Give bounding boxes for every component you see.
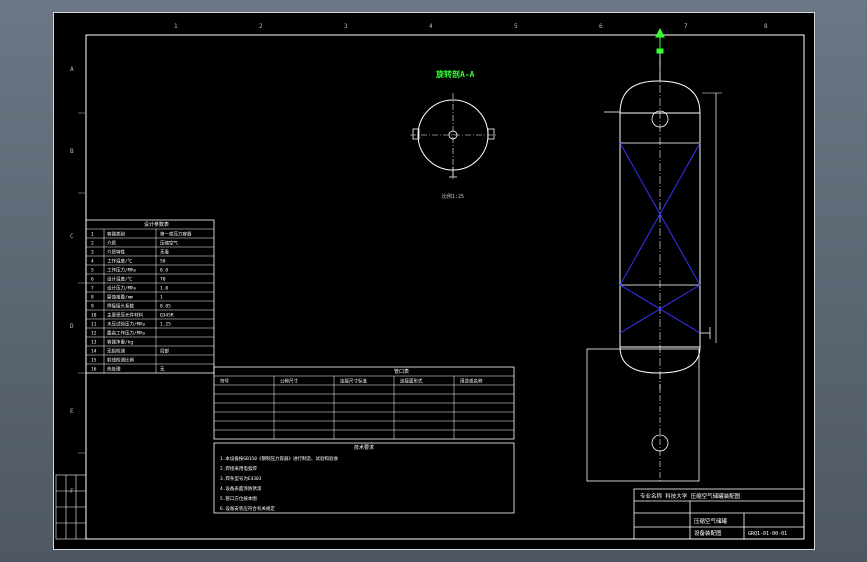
title-organization: 专业名称 科技大学 压缩空气储罐装配图 <box>640 492 741 500</box>
design-table-cell: 介质 <box>107 240 116 247</box>
axis-number: 7 <box>684 23 688 30</box>
tech-req-line: 1.本设备按GB150《钢制压力容器》进行制造、试验和验收 <box>220 455 338 462</box>
design-table-cell: 局部 <box>160 348 169 355</box>
axis-letter: C <box>70 233 74 240</box>
design-table-cell: 容器净重/kg <box>107 339 133 346</box>
design-table-cell: 11 <box>91 322 97 328</box>
axis-letter: E <box>70 408 74 415</box>
title-drawing-no: GRQ1-01-00-01 <box>748 531 787 537</box>
design-table-cell: 最高工作压力/MPa <box>107 330 145 337</box>
design-table-cell: 7 <box>91 286 94 292</box>
tech-req-line: 5.管口方位按本图 <box>220 495 257 502</box>
tech-req-line: 4.设备表面涂防锈漆 <box>220 485 262 492</box>
nozzle-header-cell: 公称尺寸 <box>280 378 298 385</box>
axis-number: 6 <box>599 23 603 30</box>
axis-letter: A <box>70 66 74 73</box>
drawing-sheet: A B C D E F 1 2 3 4 5 6 7 8 旋转剖A-A 比例1:2… <box>53 12 815 550</box>
design-table-cell: 设计压力/MPa <box>107 285 136 292</box>
nozzle-header-cell: 符号 <box>220 378 229 385</box>
axis-letter: F <box>70 488 74 495</box>
design-table-cell: 1.25 <box>160 322 171 328</box>
tech-req-line: 3.焊条型号为E4303 <box>220 475 262 482</box>
design-table-cell: 13 <box>91 340 97 346</box>
section-label: 旋转剖A-A <box>435 69 475 79</box>
design-table-cell: 射线检测比例 <box>107 357 134 364</box>
design-table-cell: 1 <box>160 295 163 301</box>
design-table-cell: 70 <box>160 277 166 283</box>
design-table-cell: 无毒 <box>160 249 169 256</box>
axis-numbers: 1 2 3 4 5 6 7 8 <box>174 23 768 30</box>
design-table-cell: 50 <box>160 259 166 265</box>
design-table-cell: 15 <box>91 358 97 364</box>
vessel-elevation <box>586 33 722 483</box>
design-table-cell: 14 <box>91 349 97 355</box>
nozzle-header-cell: 用途或名称 <box>460 378 483 385</box>
design-table-cell: 工作压力/MPa <box>107 267 136 274</box>
scale-note: 比例1:25 <box>442 193 464 200</box>
design-table-cell: 1.0 <box>160 286 168 292</box>
tech-req-title: 技术要求 <box>354 444 374 451</box>
design-table-cell: Q345R <box>160 313 174 319</box>
design-table-cell: 1 <box>91 232 94 238</box>
axis-letter: B <box>70 148 74 155</box>
title-sub-name: 设备装配图 <box>694 529 722 537</box>
design-table-cell: 容器类别 <box>107 231 125 238</box>
top-arrow <box>655 27 665 54</box>
axis-letter: D <box>70 323 74 330</box>
nozzle-table-title: 管口表 <box>394 368 409 375</box>
design-table-cell: 2 <box>91 241 94 247</box>
design-table-cell: 无 <box>160 367 165 373</box>
axis-number: 2 <box>259 23 263 30</box>
title-drawing-name: 压缩空气储罐 <box>694 517 728 525</box>
design-table-cell: 8 <box>91 295 94 301</box>
design-table-cell: 介质特性 <box>107 249 125 256</box>
tech-req-line: 6.设备安装应符合有关规定 <box>220 505 275 512</box>
design-table-cell: 4 <box>91 259 94 265</box>
design-table-cell: 焊接接头系数 <box>107 303 134 310</box>
design-table-cell: 压缩空气 <box>160 240 178 247</box>
design-table-cell: 12 <box>91 331 97 337</box>
design-parameter-table: 设计参数表 1 容器类别 第一类压力容器 2 介质 压缩空气 3 介质特性 无毒 4 工作温度/℃ 5… <box>85 219 215 374</box>
design-table-cell: 10 <box>91 313 97 319</box>
design-table-title: 设计参数表 <box>144 221 169 228</box>
design-table-cell: 主要受压元件材料 <box>107 312 143 319</box>
design-table-cell: 热处理 <box>107 366 121 373</box>
design-table-cell: 水压试验压力/MPa <box>107 321 145 328</box>
axis-number: 1 <box>174 23 178 30</box>
axis-number: 4 <box>429 23 433 30</box>
design-table-cell: 5 <box>91 268 94 274</box>
design-table-cell: 9 <box>91 304 94 310</box>
design-table-cell: 3 <box>91 250 94 256</box>
design-table-cell: 0.8 <box>160 268 168 274</box>
design-table-frame <box>85 219 215 374</box>
design-table-cell: 工作温度/℃ <box>107 258 133 265</box>
design-table-cell: 第一类压力容器 <box>160 231 192 238</box>
tech-req-line: 2.焊接采用电弧焊 <box>220 465 257 472</box>
design-table-cell: 16 <box>91 367 97 373</box>
cad-drawing: A B C D E F 1 2 3 4 5 6 7 8 旋转剖A-A 比例1:2… <box>55 23 805 540</box>
nozzle-table: 管口表 符号 公称尺寸 连接尺寸标准 连接面形式 用途或名称 <box>213 366 515 440</box>
design-table-cell: 6 <box>91 277 94 283</box>
nozzle-header-cell: 连接尺寸标准 <box>340 378 367 385</box>
axis-number: 3 <box>344 23 348 30</box>
axis-letters: A B C D E F <box>70 66 74 495</box>
design-table-cell: 腐蚀裕量/mm <box>107 294 133 301</box>
axis-number: 8 <box>764 23 768 30</box>
nozzle-header-cell: 连接面形式 <box>400 378 423 385</box>
design-table-cell: 设计温度/℃ <box>107 276 133 283</box>
design-table-cell: 0.85 <box>160 304 171 310</box>
axis-number: 5 <box>514 23 518 30</box>
revision-grid <box>55 474 87 540</box>
design-table-cell: 无损检测 <box>107 348 125 355</box>
technical-requirements: 技术要求 1.本设备按GB150《钢制压力容器》进行制造、试验和验收 2.焊接采用… <box>213 442 515 514</box>
section-view-aa: 旋转剖A-A 比例1:25 <box>410 69 498 200</box>
